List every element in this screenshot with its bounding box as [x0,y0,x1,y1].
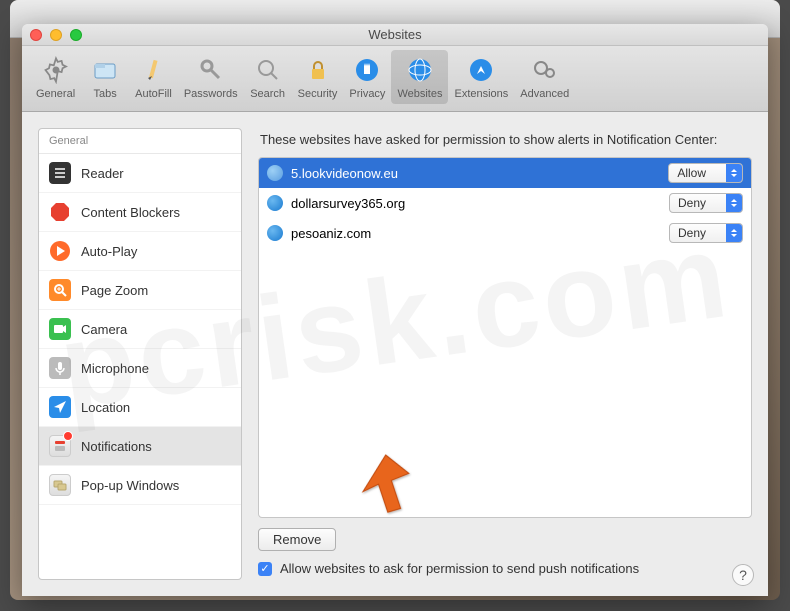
permission-select[interactable]: Deny [669,223,743,243]
location-icon [49,396,71,418]
pencil-icon [137,54,169,86]
zoom-icon[interactable] [70,29,82,41]
preferences-toolbar: General Tabs AutoFill Passwords Search [22,46,768,112]
zoom-search-icon [49,279,71,301]
permission-value: Deny [670,196,726,210]
microphone-icon [49,357,71,379]
sidebar-item-label: Camera [81,322,127,337]
allow-ask-label: Allow websites to ask for permission to … [280,561,639,576]
play-icon [49,240,71,262]
toolbar-label: Advanced [520,88,569,100]
help-button[interactable]: ? [732,564,754,586]
toolbar-passwords[interactable]: Passwords [178,50,244,104]
toolbar-label: Passwords [184,88,238,100]
reader-icon [49,162,71,184]
main-header: These websites have asked for permission… [258,128,752,157]
allow-ask-checkbox[interactable]: ✓ [258,562,272,576]
toolbar-label: Extensions [454,88,508,100]
site-row[interactable]: 5.lookvideonow.eu Allow [259,158,751,188]
site-name: pesoaniz.com [291,226,661,241]
sidebar-item-label: Page Zoom [81,283,148,298]
select-arrows-icon [726,224,742,242]
select-arrows-icon [726,194,742,212]
sidebar-item-label: Pop-up Windows [81,478,179,493]
toolbar-tabs[interactable]: Tabs [81,50,129,104]
sidebar-item-label: Auto-Play [81,244,137,259]
gear-icon [40,54,72,86]
preferences-window: Websites General Tabs AutoFill Passwords [22,24,768,596]
sidebar-item-label: Location [81,400,130,415]
toolbar-autofill[interactable]: AutoFill [129,50,178,104]
site-globe-icon [267,195,283,211]
sidebar-header: General [39,129,241,154]
select-arrows-icon [726,164,742,182]
sidebar-item-autoplay[interactable]: Auto-Play [39,232,241,271]
compass-icon [465,54,497,86]
site-row[interactable]: pesoaniz.com Deny [259,218,751,248]
sidebar-item-label: Reader [81,166,124,181]
toolbar-general[interactable]: General [30,50,81,104]
allow-ask-row: ✓ Allow websites to ask for permission t… [258,557,752,580]
toolbar-advanced[interactable]: Advanced [514,50,575,104]
content-area: General Reader Content Blockers Auto-Pla… [22,112,768,596]
remove-row: Remove [258,518,752,557]
sidebar-item-popup-windows[interactable]: Pop-up Windows [39,466,241,505]
site-row[interactable]: dollarsurvey365.org Deny [259,188,751,218]
sidebar-item-page-zoom[interactable]: Page Zoom [39,271,241,310]
sidebar-item-label: Microphone [81,361,149,376]
titlebar: Websites [22,24,768,46]
sidebar-item-reader[interactable]: Reader [39,154,241,193]
toolbar-websites[interactable]: Websites [391,50,448,104]
toolbar-privacy[interactable]: Privacy [343,50,391,104]
sidebar-item-location[interactable]: Location [39,388,241,427]
sidebar-item-microphone[interactable]: Microphone [39,349,241,388]
toolbar-label: Websites [397,88,442,100]
window-title: Websites [368,27,421,42]
permission-value: Deny [670,226,726,240]
window-controls [30,29,82,41]
lock-icon [302,54,334,86]
toolbar-label: Security [298,88,338,100]
search-icon [252,54,284,86]
site-globe-icon [267,225,283,241]
gears-icon [529,54,561,86]
toolbar-label: Search [250,88,285,100]
key-icon [195,54,227,86]
site-name: dollarsurvey365.org [291,196,661,211]
sidebar-item-label: Content Blockers [81,205,180,220]
toolbar-label: General [36,88,75,100]
minimize-icon[interactable] [50,29,62,41]
toolbar-extensions[interactable]: Extensions [448,50,514,104]
sidebar-item-label: Notifications [81,439,152,454]
sidebar-item-notifications[interactable]: Notifications [39,427,241,466]
toolbar-security[interactable]: Security [292,50,344,104]
toolbar-search[interactable]: Search [244,50,292,104]
site-name: 5.lookvideonow.eu [291,166,660,181]
toolbar-label: AutoFill [135,88,172,100]
notification-badge-icon [63,431,73,441]
camera-icon [49,318,71,340]
toolbar-label: Tabs [94,88,117,100]
permission-select[interactable]: Deny [669,193,743,213]
sidebar-item-content-blockers[interactable]: Content Blockers [39,193,241,232]
toolbar-label: Privacy [349,88,385,100]
site-globe-icon [267,165,283,181]
remove-button[interactable]: Remove [258,528,336,551]
close-icon[interactable] [30,29,42,41]
globe-icon [404,54,436,86]
tabs-icon [89,54,121,86]
permission-select[interactable]: Allow [668,163,743,183]
stop-icon [49,201,71,223]
site-list: 5.lookvideonow.eu Allow dollarsurvey365.… [258,157,752,518]
main-panel: These websites have asked for permission… [258,128,752,580]
hand-icon [351,54,383,86]
permission-value: Allow [669,166,726,180]
windows-icon [49,474,71,496]
sidebar: General Reader Content Blockers Auto-Pla… [38,128,242,580]
sidebar-item-camera[interactable]: Camera [39,310,241,349]
